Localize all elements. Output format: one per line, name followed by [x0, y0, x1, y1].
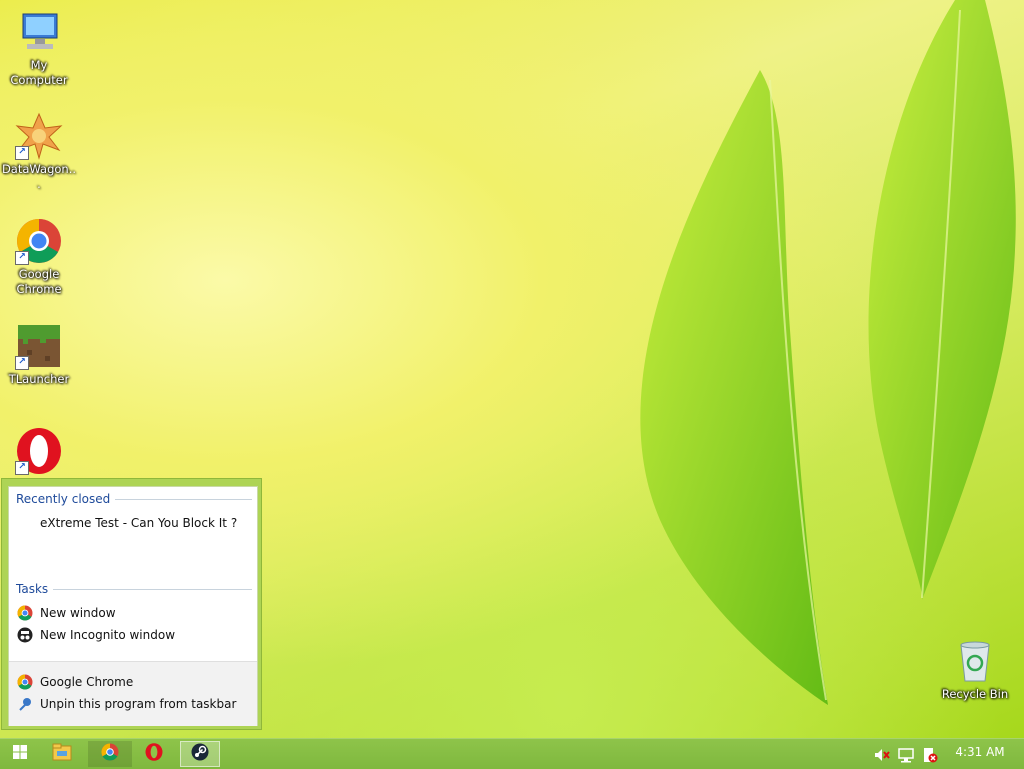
shortcut-arrow-icon: ↗ — [15, 356, 29, 370]
taskbar-opera[interactable] — [134, 741, 174, 767]
tasks-header: Tasks — [16, 582, 252, 596]
unpin-icon — [17, 696, 33, 712]
taskbar: 4:31 AM — [0, 738, 1024, 769]
desktop-icon-datawagon[interactable]: ↗ DataWagon... — [1, 112, 77, 192]
chrome-jump-list: Recently closed eXtreme Test - Can You B… — [1, 478, 262, 730]
action-center-icon[interactable] — [922, 747, 938, 763]
desktop-icon-label: Recycle Bin — [941, 687, 1009, 701]
section-title: Tasks — [16, 582, 49, 596]
jump-list-panel: Recently closed eXtreme Test - Can You B… — [8, 486, 258, 726]
steam-icon — [191, 743, 209, 765]
unpin-from-taskbar[interactable]: Unpin this program from taskbar — [17, 694, 249, 714]
desktop-icon-label: Google Chrome — [16, 267, 62, 296]
incognito-icon — [17, 627, 33, 643]
open-google-chrome[interactable]: Google Chrome — [17, 672, 249, 692]
section-divider — [115, 498, 252, 500]
shortcut-arrow-icon: ↗ — [15, 251, 29, 265]
recent-item-label: eXtreme Test - Can You Block It ? — [40, 516, 238, 530]
datawagon-icon: ↗ — [15, 112, 63, 160]
minecraft-grass-icon: ↗ — [15, 322, 63, 370]
task-new-window[interactable]: New window — [17, 603, 249, 623]
chrome-icon — [101, 743, 119, 765]
desktop-icon-my-computer[interactable]: My Computer — [1, 8, 77, 88]
chrome-icon — [17, 605, 33, 621]
taskbar-file-explorer[interactable] — [42, 741, 82, 767]
desktop-icon-recycle-bin[interactable]: Recycle Bin — [937, 637, 1013, 702]
taskbar-chrome[interactable] — [88, 741, 132, 767]
system-clock[interactable]: 4:31 AM — [948, 745, 1012, 759]
section-title: Recently closed — [16, 492, 111, 506]
recycle-bin-icon — [951, 637, 999, 685]
footer-item-label: Google Chrome — [40, 675, 134, 689]
desktop-icon-label: DataWagon... — [1, 162, 77, 191]
section-divider — [53, 588, 252, 590]
recently-closed-header: Recently closed — [16, 492, 252, 506]
start-button[interactable] — [0, 741, 40, 767]
shortcut-arrow-icon: ↗ — [15, 146, 29, 160]
desktop-icon-label: My Computer — [10, 58, 68, 87]
desktop-icon-label: TLauncher — [8, 372, 70, 386]
volume-muted-icon[interactable] — [874, 747, 890, 763]
desktop-icon-google-chrome[interactable]: ↗ Google Chrome — [1, 217, 77, 297]
network-icon[interactable] — [898, 747, 914, 763]
start-icon — [12, 744, 28, 764]
footer-item-label: Unpin this program from taskbar — [40, 697, 237, 711]
task-label: New Incognito window — [40, 628, 176, 642]
shortcut-arrow-icon: ↗ — [15, 461, 29, 475]
chrome-icon: ↗ — [15, 217, 63, 265]
chrome-icon — [17, 674, 33, 690]
opera-icon: ↗ — [15, 427, 63, 475]
desktop-icon-opera[interactable]: ↗ — [1, 427, 77, 475]
file-explorer-icon — [52, 743, 72, 765]
desktop-icon-tlauncher[interactable]: ↗ TLauncher — [1, 322, 77, 387]
desktop[interactable]: My Computer ↗ DataWagon... ↗ Google Chro… — [0, 0, 1024, 738]
recent-item[interactable]: eXtreme Test - Can You Block It ? — [40, 513, 272, 533]
jump-list-footer: Google Chrome Unpin this program from ta… — [9, 661, 257, 726]
taskbar-steam[interactable] — [180, 741, 220, 767]
computer-icon — [15, 8, 63, 56]
opera-icon — [145, 743, 163, 765]
task-label: New window — [40, 606, 116, 620]
task-new-incognito-window[interactable]: New Incognito window — [17, 625, 249, 645]
